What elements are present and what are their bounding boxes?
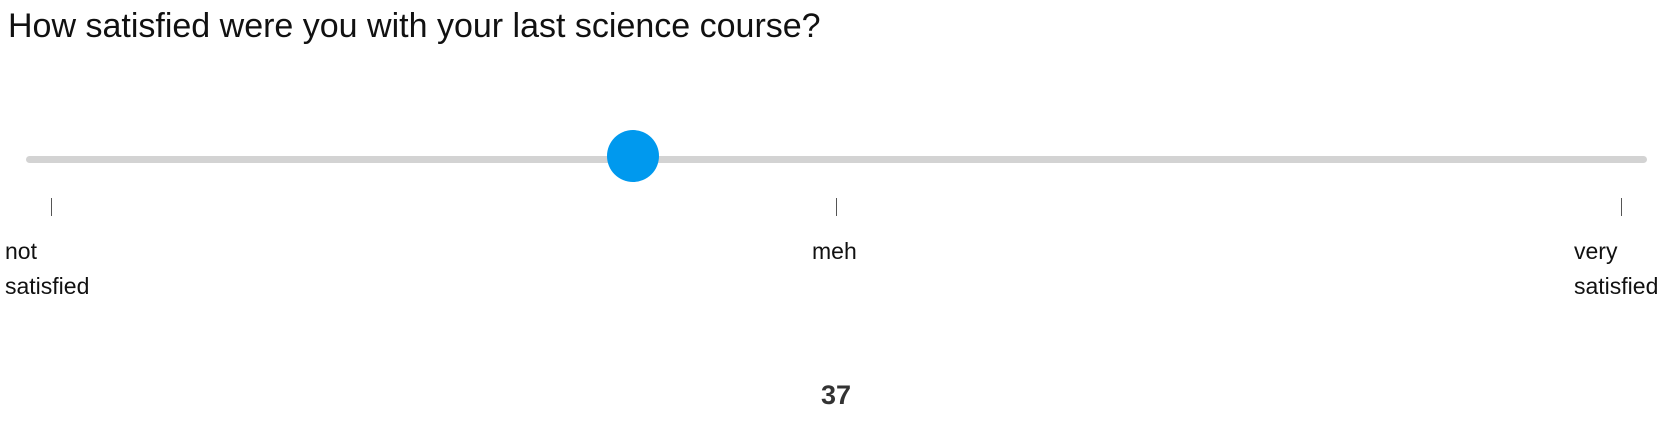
slider-value-readout: 37: [820, 380, 852, 410]
slider-track[interactable]: [26, 156, 1647, 163]
question-title: How satisfied were you with your last sc…: [8, 7, 821, 45]
tick-mark-meh: [836, 198, 837, 216]
tick-label-line: very: [1574, 238, 1618, 264]
tick-mark-not-satisfied: [51, 198, 52, 216]
tick-label-not-satisfied: not satisfied: [5, 234, 89, 304]
tick-label-line: satisfied: [1574, 273, 1659, 299]
tick-mark-very-satisfied: [1621, 198, 1622, 216]
tick-label-line: not: [5, 238, 37, 264]
tick-label-line: satisfied: [5, 273, 90, 299]
tick-label-line: meh: [812, 238, 857, 264]
tick-label-meh: meh: [812, 234, 857, 269]
tick-label-very-satisfied: very satisfied: [1574, 234, 1658, 304]
slider-thumb[interactable]: [606, 130, 659, 182]
